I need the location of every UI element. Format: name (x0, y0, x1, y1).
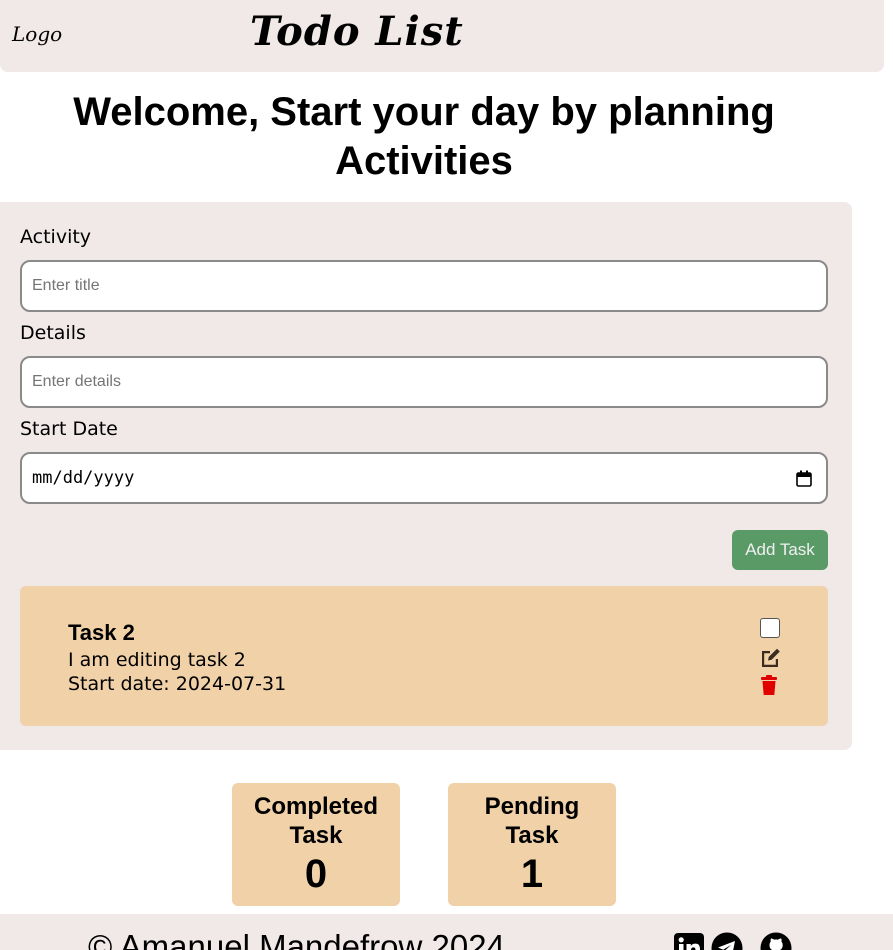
pending-task-card: Pending Task 1 (448, 783, 616, 906)
github-icon[interactable] (760, 932, 792, 950)
logo[interactable]: Logo (12, 22, 62, 46)
welcome-heading: Welcome, Start your day by planning Acti… (73, 90, 775, 183)
task-complete-checkbox[interactable] (760, 618, 780, 638)
details-label: Details (20, 322, 86, 344)
task-start-date-prefix: Start date: (68, 673, 170, 695)
task-title: Task 2 (68, 620, 135, 645)
app-title: Todo List (250, 8, 464, 55)
add-task-button[interactable]: Add Task (732, 530, 828, 570)
activity-label: Activity (20, 226, 92, 248)
pending-task-label: Pending Task (484, 793, 580, 849)
activity-input[interactable]: Enter title (20, 260, 828, 312)
trash-icon[interactable] (759, 674, 779, 696)
linkedin-icon[interactable] (673, 932, 705, 950)
start-date-label: Start Date (20, 418, 118, 440)
details-input[interactable]: Enter details (20, 356, 828, 408)
copyright-text: © Amanuel Mandefrow 2024 (88, 928, 505, 950)
date-placeholder: mm/dd/yyyy (32, 468, 135, 488)
task-start-date-value: 2024-07-31 (175, 673, 287, 695)
task-card: Task 2 I am editing task 2 Start date: 2… (20, 586, 828, 726)
activity-placeholder: Enter title (32, 277, 100, 294)
completed-task-card: Completed Task 0 (232, 783, 400, 906)
task-details: I am editing task 2 (68, 649, 246, 671)
footer: © Amanuel Mandefrow 2024 (0, 914, 893, 950)
start-date-input[interactable]: mm/dd/yyyy (20, 452, 828, 504)
completed-task-count: 0 (304, 852, 328, 896)
pending-task-count: 1 (520, 852, 544, 896)
task-form-panel: Activity Enter title Details Enter detai… (0, 202, 852, 750)
edit-icon[interactable] (759, 646, 781, 668)
telegram-icon[interactable] (711, 932, 743, 950)
task-start-date: Start date: 2024-07-31 (68, 673, 286, 695)
header-bar: Logo Todo List (0, 0, 884, 72)
details-placeholder: Enter details (32, 373, 121, 390)
completed-task-label: Completed Task (253, 793, 378, 849)
calendar-icon[interactable] (796, 470, 812, 487)
